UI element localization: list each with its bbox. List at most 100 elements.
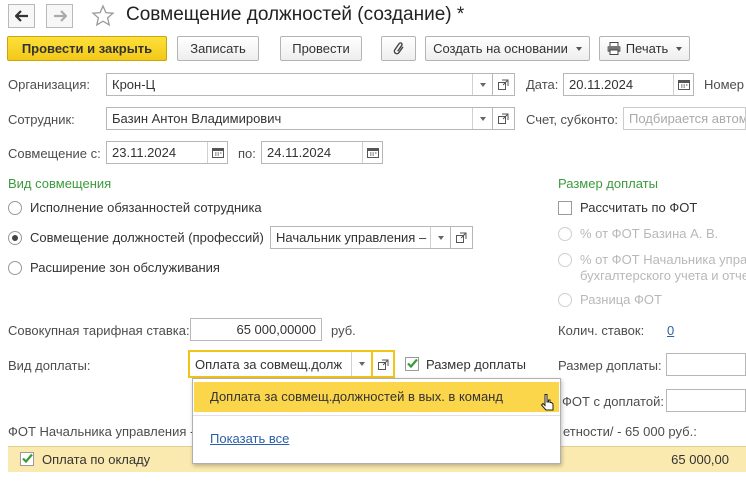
radio-combination-positions-label: Совмещение должностей (профессий) (30, 230, 264, 245)
surcharge-section-title: Размер доплаты (558, 176, 658, 191)
radio-pct-fot-head[interactable] (558, 253, 572, 267)
period-to-label: по: (238, 146, 256, 161)
chevron-down-icon (479, 82, 486, 87)
position-dropdown[interactable] (430, 227, 450, 248)
star-icon[interactable] (91, 4, 115, 28)
radio-combination-zones[interactable] (8, 261, 22, 275)
radio-pct-fot-employee[interactable] (558, 227, 572, 241)
period-from-field[interactable]: 23.11.2024 (106, 141, 228, 164)
calc-by-fot-label: Рассчитать по ФОТ (580, 200, 698, 215)
organization-value: Крон-Ц (112, 77, 156, 92)
account-label: Счет, субконто: (526, 112, 619, 127)
radio-combination-duties[interactable] (8, 201, 22, 215)
show-all-link[interactable]: Показать все (210, 431, 289, 446)
row-value: 65 000,00 (671, 452, 729, 467)
attach-button[interactable] (381, 36, 416, 61)
calendar-icon (677, 80, 690, 90)
fot-with-surcharge-field[interactable] (666, 389, 746, 412)
organization-field[interactable]: Крон-Ц (106, 73, 493, 96)
date-calendar-button[interactable] (673, 74, 693, 95)
row-label: Оплата по окладу (42, 452, 151, 467)
checkmark-icon (407, 358, 418, 369)
radio-diff-fot[interactable] (558, 293, 572, 307)
employee-field[interactable]: Базин Антон Владимирович (106, 107, 493, 130)
chevron-down-icon (575, 46, 582, 51)
surcharge-type-dropdown-list: Доплата за совмещ.должностей в вых. в ко… (192, 378, 561, 464)
rates-count-label: Колич. ставок: (558, 323, 645, 338)
employee-value: Базин Антон Владимирович (112, 111, 282, 126)
printer-icon (607, 42, 621, 55)
surcharge-type-value: Оплата за совмещ.долж (195, 357, 343, 372)
period-from-value: 23.11.2024 (112, 145, 177, 160)
fot-head-label-tail: етности/ - 65 000 руб.: (563, 424, 697, 439)
period-from-label: Совмещение с: (8, 146, 101, 161)
employee-dropdown[interactable] (472, 108, 492, 129)
combination-section-title: Вид совмещения (8, 176, 112, 191)
period-to-field[interactable]: 24.11.2024 (261, 141, 383, 164)
create-based-on-button[interactable]: Создать на основании (425, 36, 590, 61)
period-to-calendar-button[interactable] (362, 142, 382, 163)
surcharge-amount-field[interactable] (666, 353, 746, 376)
chevron-down-icon (437, 235, 444, 240)
surcharge-type-dropdown[interactable] (351, 352, 371, 376)
date-field[interactable]: 20.11.2024 (563, 73, 694, 96)
account-field[interactable]: Подбирается автом (623, 107, 746, 130)
create-based-on-label: Создать на основании (433, 41, 568, 56)
surcharge-type-open-button[interactable] (373, 350, 395, 378)
employee-open-button[interactable] (493, 107, 515, 130)
pct-fot-employee-label: % от ФОТ Базина А. В. (580, 226, 719, 241)
chevron-down-icon (479, 116, 486, 121)
post-button[interactable]: Провести (280, 36, 362, 61)
organization-open-button[interactable] (493, 73, 515, 96)
calendar-icon (366, 148, 379, 158)
surcharge-amount-label: Размер доплаты: (558, 358, 662, 373)
chevron-down-icon (358, 362, 365, 366)
open-window-icon (456, 232, 467, 243)
surcharge-type-field[interactable]: Оплата за совмещ.долж (188, 350, 373, 378)
position-field[interactable]: Начальник управления – (270, 226, 451, 249)
rates-count-link[interactable]: 0 (667, 323, 674, 338)
dropdown-item[interactable]: Доплата за совмещ.должностей в вых. в ко… (194, 382, 559, 412)
paperclip-icon (393, 41, 404, 54)
pct-fot-head-label-2: бухгалтерского учета и отче (580, 268, 746, 283)
total-rate-unit: руб. (331, 323, 356, 338)
forward-button[interactable] (46, 4, 73, 28)
calendar-icon (211, 148, 224, 158)
surcharge-size-checkbox[interactable] (405, 357, 419, 371)
position-value: Начальник управления – (276, 230, 427, 245)
period-from-calendar-button[interactable] (207, 142, 227, 163)
back-button[interactable] (8, 4, 35, 28)
arrow-left-icon (14, 10, 28, 22)
fot-with-surcharge-label: ФОТ с доплатой: (562, 394, 664, 409)
organization-dropdown[interactable] (472, 74, 492, 95)
position-open-button[interactable] (451, 226, 473, 249)
open-window-icon (377, 359, 388, 370)
checkmark-icon (22, 453, 33, 464)
date-value: 20.11.2024 (569, 77, 634, 92)
print-label: Печать (625, 41, 669, 56)
arrow-right-icon (53, 10, 67, 22)
dropdown-divider (193, 415, 560, 416)
page-title: Совмещение должностей (создание) * (126, 4, 465, 25)
post-and-close-button[interactable]: Провести и закрыть (7, 36, 167, 61)
surcharge-size-checkbox-label: Размер доплаты (426, 357, 526, 372)
date-label: Дата: (526, 77, 559, 92)
save-button[interactable]: Записать (177, 36, 259, 61)
pct-fot-head-label-1: % от ФОТ Начальника упра (580, 252, 746, 267)
organization-label: Организация: (8, 77, 91, 92)
print-button[interactable]: Печать (599, 36, 690, 61)
row-checkbox[interactable] (20, 452, 34, 466)
fot-head-label: ФОТ Начальника управления - (8, 424, 195, 439)
radio-combination-duties-label: Исполнение обязанностей сотрудника (30, 200, 262, 215)
period-to-value: 24.11.2024 (267, 145, 332, 160)
chevron-down-icon (676, 46, 683, 51)
radio-combination-positions[interactable] (8, 231, 22, 245)
radio-combination-zones-label: Расширение зон обслуживания (30, 260, 220, 275)
mouse-cursor-icon (540, 394, 554, 411)
open-window-icon (498, 113, 509, 124)
employee-label: Сотрудник: (8, 112, 75, 127)
surcharge-type-label: Вид доплаты: (8, 358, 91, 373)
total-rate-label: Совокупная тарифная ставка: (8, 323, 190, 338)
calc-by-fot-checkbox[interactable] (558, 201, 572, 215)
total-rate-field[interactable]: 65 000,00000 (190, 318, 322, 341)
